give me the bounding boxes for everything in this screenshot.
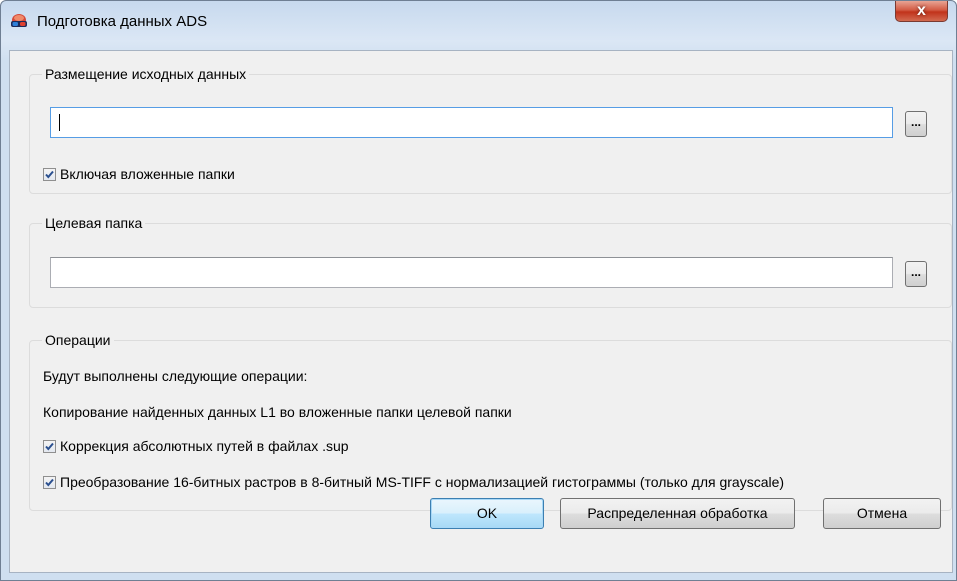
source-data-group: Размещение исходных данных ... Включая в… <box>29 65 952 194</box>
close-button[interactable]: x <box>895 1 948 22</box>
checkmark-icon <box>45 170 54 179</box>
include-subfolders-label: Включая вложенные папки <box>60 166 235 182</box>
fix-paths-label: Коррекция абсолютных путей в файлах .sup <box>60 438 349 454</box>
distributed-processing-button[interactable]: Распределенная обработка <box>560 498 795 529</box>
cancel-button[interactable]: Отмена <box>823 498 941 529</box>
operations-copy-text: Копирование найденных данных L1 во вложе… <box>43 404 512 420</box>
operations-group: Операции Будут выполнены следующие опера… <box>29 331 952 511</box>
source-data-group-title: Размещение исходных данных <box>42 65 250 83</box>
fix-paths-checkbox-row[interactable]: Коррекция абсолютных путей в файлах .sup <box>43 437 349 455</box>
dialog-window: Подготовка данных ADS x Размещение исход… <box>0 0 957 581</box>
text-caret <box>59 114 60 131</box>
operations-group-title: Операции <box>42 331 114 349</box>
close-icon: x <box>917 2 926 19</box>
checkmark-icon <box>45 442 54 451</box>
include-subfolders-checkbox-row[interactable]: Включая вложенные папки <box>43 165 235 183</box>
fix-paths-checkbox[interactable] <box>43 439 56 453</box>
source-browse-button[interactable]: ... <box>905 111 927 137</box>
ok-button[interactable]: OK <box>430 498 544 529</box>
target-path-input[interactable] <box>50 257 893 288</box>
ellipsis-icon: ... <box>910 265 921 279</box>
operations-intro-text: Будут выполнены следующие операции: <box>43 368 308 384</box>
target-folder-group: Целевая папка ... <box>29 214 952 308</box>
include-subfolders-checkbox[interactable] <box>43 167 56 181</box>
convert-rasters-checkbox[interactable] <box>43 475 56 489</box>
title-bar[interactable]: Подготовка данных ADS x <box>1 1 956 49</box>
checkmark-icon <box>45 478 54 487</box>
convert-rasters-label: Преобразование 16-битных растров в 8-бит… <box>60 474 785 490</box>
stereo-glasses-icon <box>9 12 29 32</box>
distributed-processing-button-label: Распределенная обработка <box>587 505 768 521</box>
dialog-client-area: Размещение исходных данных ... Включая в… <box>9 50 953 573</box>
target-browse-button[interactable]: ... <box>905 261 927 287</box>
cancel-button-label: Отмена <box>856 505 908 521</box>
window-title: Подготовка данных ADS <box>37 13 208 30</box>
target-folder-group-title: Целевая папка <box>42 214 146 232</box>
ok-button-label: OK <box>476 505 498 521</box>
convert-rasters-checkbox-row[interactable]: Преобразование 16-битных растров в 8-бит… <box>43 473 784 491</box>
ellipsis-icon: ... <box>910 115 921 129</box>
source-path-input[interactable] <box>50 107 893 138</box>
